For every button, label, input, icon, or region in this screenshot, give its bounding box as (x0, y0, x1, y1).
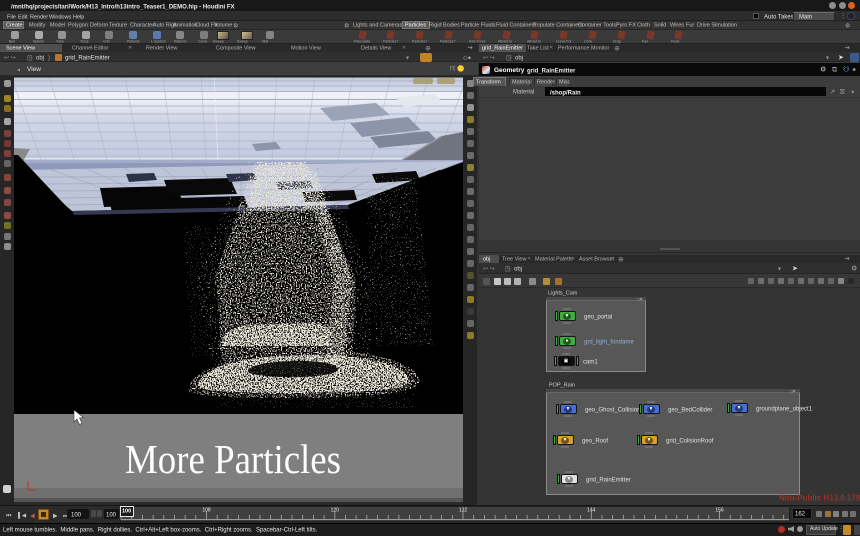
svg-text:108: 108 (202, 508, 211, 514)
svg-text:132: 132 (459, 508, 468, 514)
svg-text:120: 120 (331, 508, 340, 514)
svg-text:144: 144 (587, 508, 596, 514)
svg-text:156: 156 (715, 508, 724, 514)
svg-text:More Particles: More Particles (125, 436, 341, 482)
